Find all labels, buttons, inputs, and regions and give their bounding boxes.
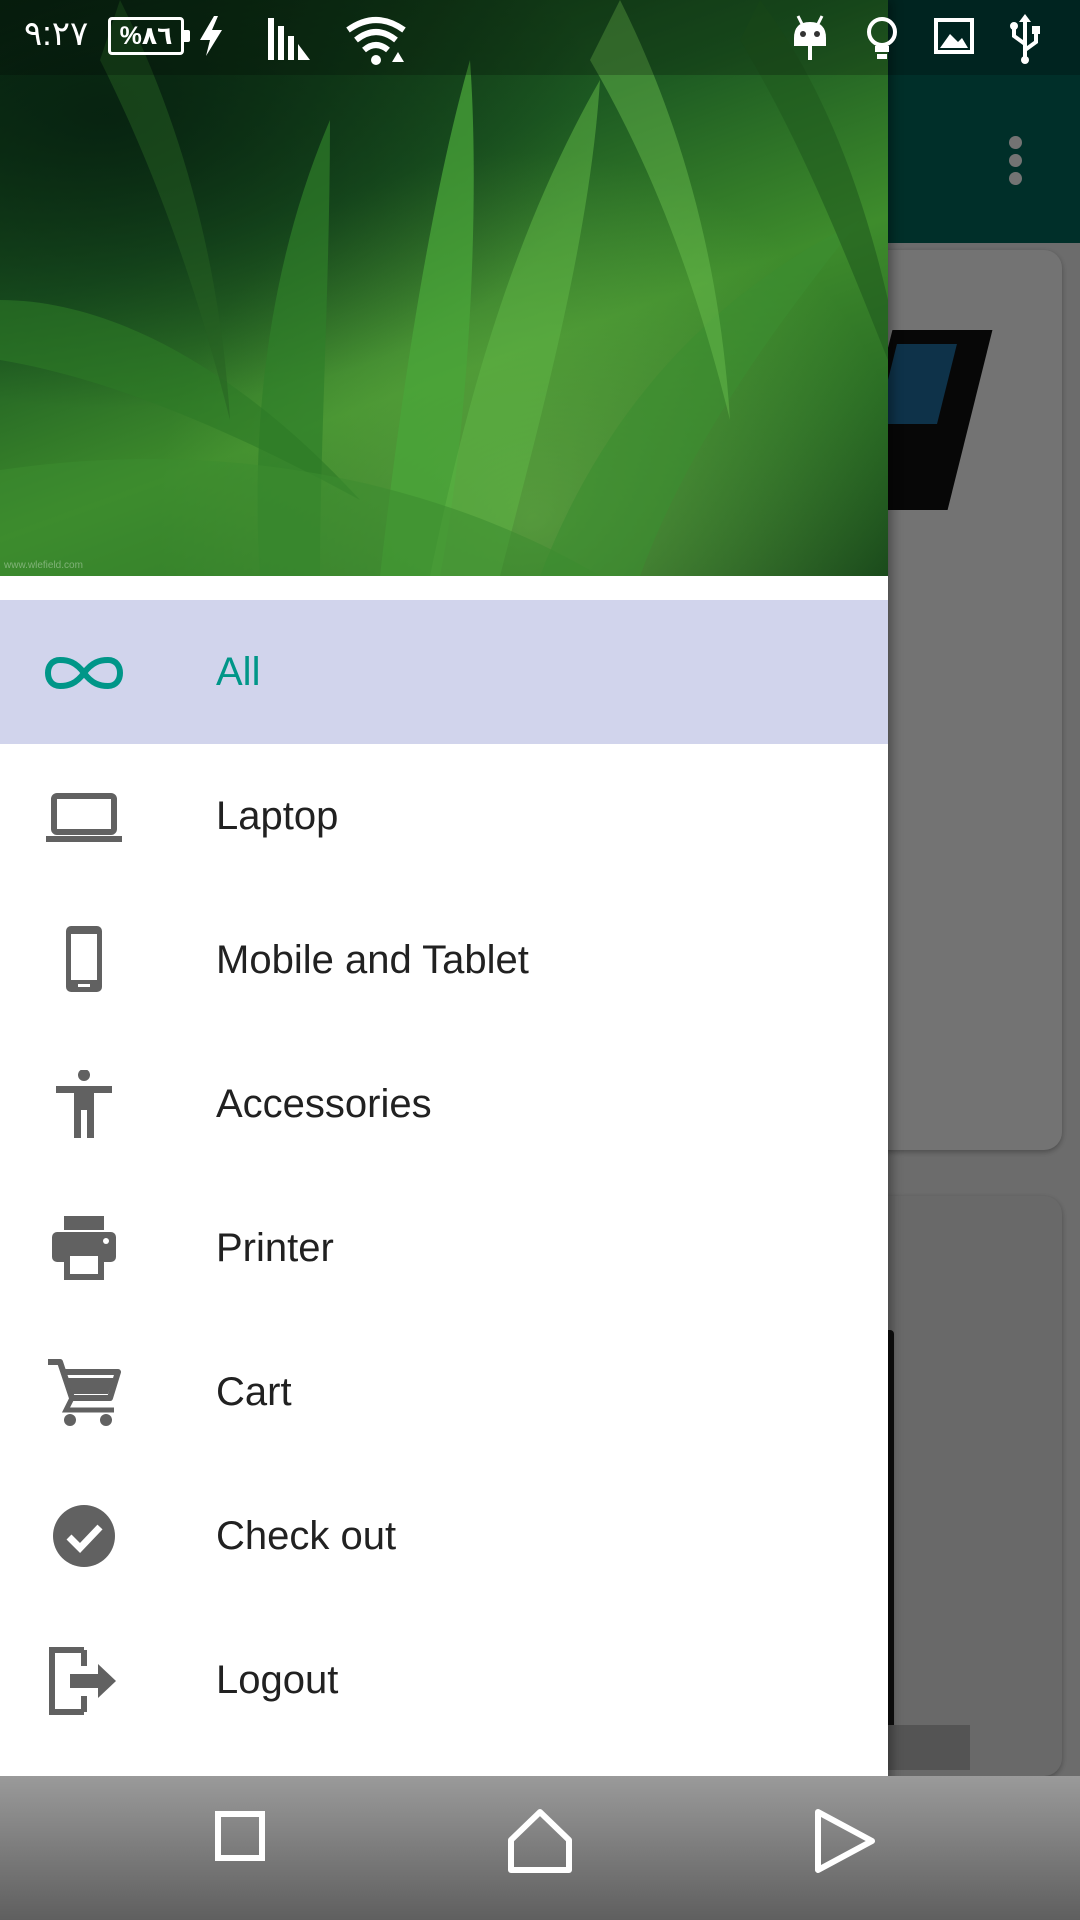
home-button[interactable] <box>505 1806 575 1876</box>
drawer-item-printer[interactable]: Printer <box>0 1176 888 1320</box>
android-debug-icon <box>794 15 826 60</box>
drawer-item-all[interactable]: All <box>0 600 888 744</box>
drawer-item-label: Printer <box>216 1226 334 1270</box>
drawer-item-label: Check out <box>216 1514 397 1558</box>
drawer-menu: All Laptop Mobile and Tablet Accessories… <box>0 600 888 1752</box>
navigation-drawer: www.wlefield.com All Laptop Mobile and T… <box>0 0 888 1920</box>
charging-icon <box>200 16 222 56</box>
drawer-item-label: Laptop <box>216 794 339 838</box>
accessibility-icon <box>56 1070 112 1138</box>
drawer-item-label: Accessories <box>216 1082 432 1126</box>
lightbulb-icon <box>867 17 897 59</box>
drawer-item-laptop[interactable]: Laptop <box>0 744 888 888</box>
check-circle-icon <box>53 1505 115 1567</box>
back-button[interactable] <box>808 1806 878 1876</box>
drawer-item-label: Mobile and Tablet <box>216 938 529 982</box>
image-icon <box>934 18 974 54</box>
battery-level: %٨٦ <box>119 22 173 50</box>
printer-icon <box>52 1216 116 1280</box>
drawer-item-label: All <box>216 650 261 694</box>
battery-icon: %٨٦ <box>108 17 190 55</box>
status-time: ٩:٢٧ <box>24 15 89 53</box>
status-bar: ٩:٢٧ %٨٦ <box>0 0 1080 75</box>
logout-icon <box>49 1647 116 1715</box>
drawer-item-mobile-and-tablet[interactable]: Mobile and Tablet <box>0 888 888 1032</box>
drawer-item-cart[interactable]: Cart <box>0 1320 888 1464</box>
phone-icon <box>66 926 102 992</box>
drawer-item-label: Logout <box>216 1658 339 1702</box>
image-watermark: www.wlefield.com <box>4 560 83 571</box>
drawer-item-logout[interactable]: Logout <box>0 1608 888 1752</box>
drawer-item-accessories[interactable]: Accessories <box>0 1032 888 1176</box>
screen: ٩:٢٧ %٨٦ www.wlefield.com All Laptop Mob… <box>0 0 1080 1920</box>
usb-icon <box>1010 14 1040 64</box>
drawer-item-label: Cart <box>216 1370 292 1414</box>
drawer-header-image: www.wlefield.com <box>0 0 888 576</box>
grass-background-image <box>0 0 888 576</box>
drawer-item-check-out[interactable]: Check out <box>0 1464 888 1608</box>
cart-icon <box>48 1359 121 1426</box>
cell-signal-icon <box>268 18 310 60</box>
wifi-icon <box>346 17 406 65</box>
laptop-icon <box>46 793 122 842</box>
infinity-icon <box>44 656 124 690</box>
system-navigation-bar <box>0 1776 1080 1920</box>
recents-button[interactable] <box>210 1806 270 1866</box>
